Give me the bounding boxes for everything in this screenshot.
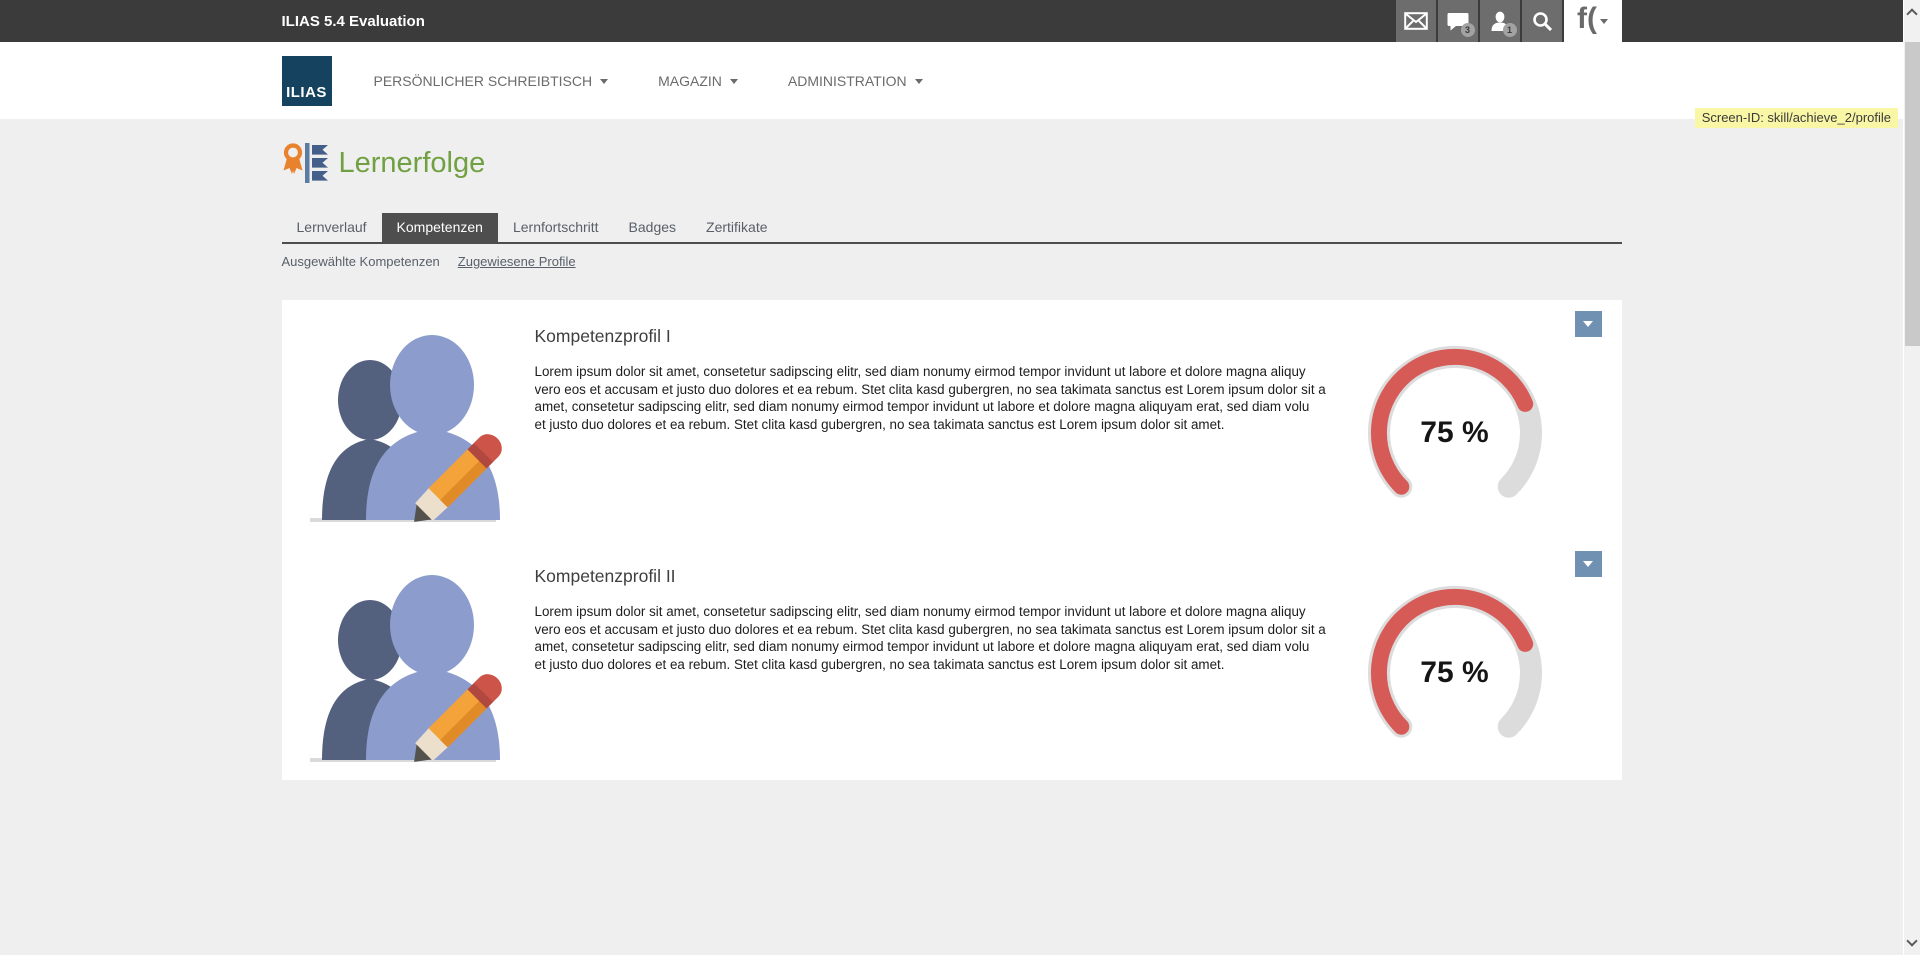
main-content: Lernerfolge Lernverlauf Kompetenzen Lern… [282, 140, 1622, 780]
client-logo: f( [1577, 4, 1597, 34]
main-header: ILIAS PERSÖNLICHER SCHREIBTISCH MAGAZIN … [0, 42, 1903, 119]
scrollbar-thumb[interactable] [1905, 42, 1920, 346]
user-badge: 1 [1503, 23, 1517, 37]
text-line: amet, consetetur sadipscing elitr, sed d… [535, 638, 1353, 656]
page-content: ILIAS 5.4 Evaluation 3 [0, 0, 1903, 955]
vertical-scrollbar[interactable] [1903, 0, 1920, 955]
text-line: vero eos et accusam et justo duo dolores… [535, 621, 1353, 639]
mail-icon [1404, 12, 1428, 30]
text-line: Lorem ipsum dolor sit amet, consetetur s… [535, 363, 1353, 381]
user-button[interactable]: 1 [1480, 0, 1520, 42]
profile-description: Lorem ipsum dolor sit amet, consetetur s… [535, 603, 1353, 673]
competence-profile-card: Kompetenzprofil II Lorem ipsum dolor sit… [282, 540, 1622, 780]
nav-label: MAGAZIN [658, 73, 722, 89]
card-actions-dropdown[interactable] [1575, 551, 1602, 577]
tab-badges[interactable]: Badges [614, 213, 691, 242]
chevron-down-icon [1600, 19, 1608, 24]
progress-gauge: 75 % [1360, 578, 1550, 768]
card-actions-dropdown[interactable] [1575, 311, 1602, 337]
chat-badge: 3 [1461, 23, 1475, 37]
nav-label: ADMINISTRATION [788, 73, 907, 89]
app-title: ILIAS 5.4 Evaluation [282, 13, 425, 30]
mail-button[interactable] [1396, 0, 1436, 42]
gauge-value: 75 % [1360, 578, 1550, 768]
profile-image [304, 558, 510, 764]
nav-administration[interactable]: ADMINISTRATION [776, 65, 935, 97]
profile-description: Lorem ipsum dolor sit amet, consetetur s… [535, 363, 1353, 433]
main-nav: PERSÖNLICHER SCHREIBTISCH MAGAZIN ADMINI… [362, 65, 935, 97]
subtab-ausgewaehlte-kompetenzen[interactable]: Ausgewählte Kompetenzen [282, 254, 440, 269]
tab-lernfortschritt[interactable]: Lernfortschritt [498, 213, 614, 242]
text-line: Lorem ipsum dolor sit amet, consetetur s… [535, 603, 1353, 621]
chevron-down-icon [730, 79, 738, 84]
profile-title: Kompetenzprofil II [535, 566, 1355, 587]
topbar-icon-group: 3 1 f( [1394, 0, 1622, 42]
search-button[interactable] [1522, 0, 1562, 42]
search-icon [1532, 11, 1552, 31]
chevron-down-icon [1583, 561, 1593, 567]
chat-button[interactable]: 3 [1438, 0, 1478, 42]
scroll-down-icon[interactable] [1906, 935, 1917, 946]
gauge-value: 75 % [1360, 338, 1550, 528]
text-line: vero eos et accusam et justo duo dolores… [535, 381, 1353, 399]
profile-image [304, 318, 510, 524]
tab-zertifikate[interactable]: Zertifikate [691, 213, 782, 242]
progress-gauge: 75 % [1360, 338, 1550, 528]
tab-bar: Lernverlauf Kompetenzen Lernfortschritt … [282, 213, 1622, 244]
profiles-panel: Kompetenzprofil I Lorem ipsum dolor sit … [282, 300, 1622, 780]
achievements-icon [282, 140, 329, 186]
tab-lernverlauf[interactable]: Lernverlauf [282, 213, 382, 242]
profile-title: Kompetenzprofil I [535, 326, 1355, 347]
tab-kompetenzen[interactable]: Kompetenzen [382, 213, 498, 242]
text-line: amet, consetetur sadipscing elitr, sed d… [535, 398, 1353, 416]
chevron-down-icon [600, 79, 608, 84]
page-title: Lernerfolge [339, 147, 486, 180]
subtab-bar: Ausgewählte Kompetenzen Zugewiesene Prof… [282, 254, 1622, 269]
competence-profile-card: Kompetenzprofil I Lorem ipsum dolor sit … [282, 300, 1622, 540]
nav-personal-desktop[interactable]: PERSÖNLICHER SCHREIBTISCH [362, 65, 621, 97]
subtab-zugewiesene-profile[interactable]: Zugewiesene Profile [458, 254, 576, 269]
top-bar: ILIAS 5.4 Evaluation 3 [0, 0, 1903, 42]
text-line: et justo duo dolores et ea rebum. Stet c… [535, 656, 1353, 674]
chevron-down-icon [1583, 321, 1593, 327]
text-line: et justo duo dolores et ea rebum. Stet c… [535, 416, 1353, 434]
chevron-down-icon [915, 79, 923, 84]
screen-id-badge: Screen-ID: skill/achieve_2/profile [1695, 108, 1898, 128]
scroll-up-icon[interactable] [1906, 8, 1917, 19]
nav-repository[interactable]: MAGAZIN [646, 65, 750, 97]
ilias-logo[interactable]: ILIAS [282, 56, 332, 106]
client-logo-button[interactable]: f( [1564, 0, 1622, 42]
nav-label: PERSÖNLICHER SCHREIBTISCH [374, 73, 593, 89]
